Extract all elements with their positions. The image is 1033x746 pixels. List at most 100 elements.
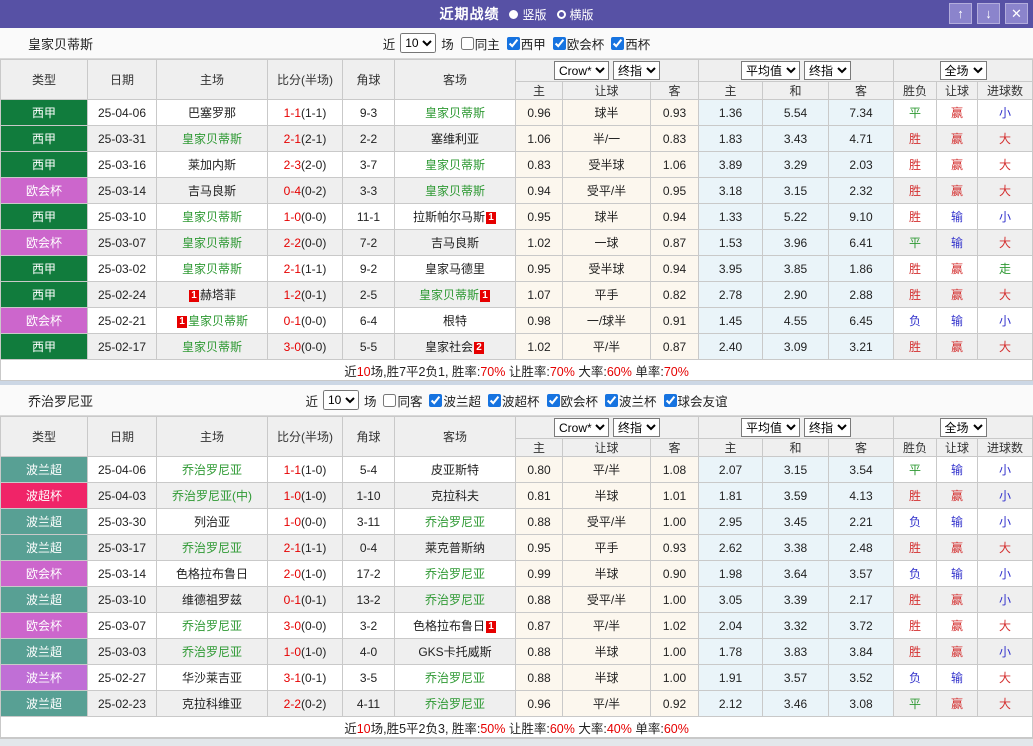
league-badge: 欧会杯: [0, 307, 88, 334]
league-filter-3[interactable]: 波兰杯: [601, 391, 657, 410]
col-corner: 角球: [342, 59, 395, 100]
league-filter-2[interactable]: 西杯: [607, 34, 650, 53]
home-team: 色格拉布鲁日: [156, 560, 268, 587]
away-team: 乔治罗尼亚: [394, 664, 516, 691]
league-badge: 波兰超: [0, 690, 88, 717]
same-venue-filter[interactable]: 同客: [379, 391, 422, 410]
league-filter-1[interactable]: 波超杯: [484, 391, 540, 410]
title-bar: 近期战绩 竖版 横版 ↑ ↓ ✕: [0, 0, 1033, 28]
odds-handicap: 受平/半: [562, 508, 651, 535]
avg-draw: 3.64: [762, 560, 830, 587]
result-handicap: 赢: [936, 255, 979, 282]
fulltime-score: 1-0: [283, 209, 301, 224]
league-filter-1-checkbox[interactable]: [488, 393, 501, 407]
home-team-name: 乔治罗尼亚: [181, 645, 242, 659]
odds-time-select[interactable]: 终指: [613, 61, 661, 80]
close-button[interactable]: ✕: [1005, 3, 1028, 24]
home-team: 皇家贝蒂斯: [156, 333, 268, 360]
move-up-button[interactable]: ↑: [949, 3, 972, 24]
away-team: 塞维利亚: [394, 125, 516, 152]
odds-home: 0.99: [515, 560, 563, 587]
odds-away: 1.01: [649, 482, 700, 509]
avg-time-select[interactable]: 终指: [804, 418, 852, 437]
league-filter-1[interactable]: 欧会杯: [549, 34, 604, 53]
league-filter-3-checkbox[interactable]: [605, 393, 619, 407]
result-handicap: 输: [936, 229, 979, 256]
league-filter-0-checkbox[interactable]: [429, 393, 443, 407]
avg-away: 3.08: [828, 690, 895, 717]
avg-draw: 3.45: [762, 508, 830, 535]
avg-away: 3.72: [828, 612, 895, 639]
league-filter-4[interactable]: 球会友谊: [660, 391, 728, 410]
score: 0-1(0-1): [267, 586, 343, 613]
subcol-avg-away: 客: [828, 438, 895, 457]
league-filter-0[interactable]: 波兰超: [425, 391, 481, 410]
result-outcome: 胜: [893, 177, 938, 204]
summary-value: 70%: [480, 364, 506, 379]
league-filter-0[interactable]: 西甲: [503, 34, 546, 53]
avg-home: 2.78: [698, 281, 764, 308]
same-venue-filter[interactable]: 同主: [457, 34, 500, 53]
league-badge: 西甲: [0, 203, 88, 230]
fulltime-score: 2-1: [283, 131, 301, 146]
match-count-select[interactable]: 10: [322, 390, 359, 410]
score: 2-3(2-0): [267, 151, 343, 178]
col-home: 主场: [156, 416, 268, 457]
league-filter-0-checkbox[interactable]: [506, 36, 520, 50]
away-team-name: 色格拉布鲁日: [412, 619, 485, 633]
result-goals: 大: [977, 177, 1033, 204]
scope-select[interactable]: 全场: [939, 418, 987, 437]
result-group-header: 全场: [893, 59, 1033, 82]
avg-time-select[interactable]: 终指: [804, 61, 852, 80]
home-team-name: 皇家贝蒂斯: [181, 262, 242, 276]
match-row: 西甲 25-03-10 皇家贝蒂斯 1-0(0-0) 11-1 拉斯帕尔马斯 1 0.95 球半…: [0, 203, 1033, 230]
odds-away: 1.00: [649, 638, 700, 665]
summary-value: 60%: [663, 721, 689, 736]
result-outcome: 胜: [893, 612, 938, 639]
result-goals: 大: [977, 151, 1033, 178]
match-count-select[interactable]: 10: [400, 33, 437, 53]
result-goals: 大: [977, 333, 1033, 360]
avg-select[interactable]: 平均值: [741, 61, 801, 80]
bookmaker-select[interactable]: Crow*: [554, 61, 610, 80]
view-option-horizontal[interactable]: 横版: [556, 6, 594, 23]
league-filter-2-checkbox[interactable]: [611, 36, 625, 50]
result-group-header: 全场: [893, 416, 1033, 439]
odds-away: 1.00: [649, 664, 700, 691]
avg-away: 3.84: [828, 638, 895, 665]
same-venue-filter-checkbox[interactable]: [383, 393, 397, 407]
league-filter-1-checkbox[interactable]: [552, 36, 566, 50]
subcol-avg-home: 主: [698, 438, 764, 457]
scope-select[interactable]: 全场: [939, 61, 987, 80]
league-filter-4-checkbox[interactable]: [663, 393, 677, 407]
col-type: 类型: [0, 416, 88, 457]
filter-bar: 乔治罗尼亚 近 10 场 同客 波兰超 波超杯 欧会杯 波兰杯 球会友谊: [0, 385, 1033, 416]
col-corner: 角球: [342, 416, 395, 457]
same-venue-filter-checkbox[interactable]: [460, 36, 474, 50]
results-table: 类型 日期 主场 比分(半场) 角球 客场 Crow*终指 平均值终指 全场: [0, 59, 1033, 381]
league-filter-2-checkbox[interactable]: [546, 393, 560, 407]
odds-group-header: Crow* 终指: [514, 59, 700, 82]
subcol-odds-home: 主: [515, 438, 563, 457]
view-option-vertical[interactable]: 竖版: [509, 6, 547, 23]
match-date: 25-03-10: [87, 586, 157, 613]
league-badge: 波兰超: [0, 586, 88, 613]
result-handicap: 输: [936, 307, 979, 334]
home-team-name: 乔治罗尼亚(中): [172, 489, 252, 503]
bookmaker-select[interactable]: Crow*: [554, 418, 610, 437]
avg-select[interactable]: 平均值: [741, 418, 801, 437]
result-handicap: 赢: [936, 333, 979, 360]
odds-home: 0.96: [515, 99, 563, 126]
odds-time-select[interactable]: 终指: [613, 418, 661, 437]
fulltime-score: 2-3: [283, 157, 301, 172]
home-team-name: 克拉科维亚: [181, 697, 242, 711]
league-badge: 波兰超: [0, 638, 88, 665]
avg-home: 2.62: [698, 534, 764, 561]
result-goals: 大: [977, 690, 1033, 717]
away-team-name: 皇家贝蒂斯: [424, 158, 485, 172]
match-row: 欧会杯 25-03-07 皇家贝蒂斯 2-2(0-0) 7-2 吉马良斯 1.02 一球 0.8…: [0, 229, 1033, 256]
match-date: 25-02-27: [87, 664, 157, 691]
odds-away: 1.06: [649, 151, 700, 178]
league-filter-2[interactable]: 欧会杯: [543, 391, 598, 410]
move-down-button[interactable]: ↓: [977, 3, 1000, 24]
